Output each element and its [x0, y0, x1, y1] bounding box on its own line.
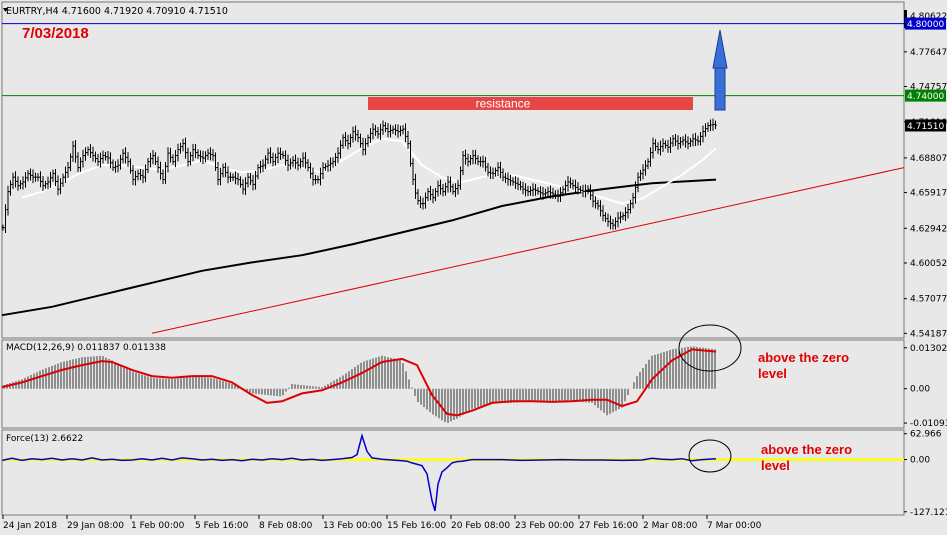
price-panel	[1, 1, 905, 339]
macd-y-tick-label: 0.00	[910, 385, 930, 395]
chart-header: EURTRY,H4 4.71600 4.71920 4.70910 4.7151…	[6, 6, 228, 17]
macd-y-tick-label: 0.013026	[910, 344, 947, 354]
chart-canvas: resistance EURTRY,H4 4.71600 4.71920 4.7…	[1, 1, 947, 531]
price-tag-label: 4.71510	[907, 122, 944, 132]
date-annotation: 7/03/2018	[22, 25, 89, 42]
price-y-tick-label: 4.77647	[910, 48, 947, 58]
force-y-tick-label: 62.966	[910, 430, 942, 440]
force-y-tick-label: -127.1219	[910, 508, 947, 518]
force-annotation-line-1: above the zero	[761, 442, 852, 457]
x-tick-label: 15 Feb 16:00	[387, 521, 446, 531]
x-tick-label: 24 Jan 2018	[3, 521, 57, 531]
force-annotation-line-2: level	[761, 458, 790, 473]
x-tick-label: 2 Mar 08:00	[643, 521, 698, 531]
force-title: Force(13) 2.6622	[6, 434, 83, 444]
price-y-tick-label: 4.54187	[910, 329, 947, 339]
price-tag-label: 4.80000	[907, 20, 944, 30]
price-tag-label: 4.74000	[907, 92, 944, 102]
price-y-tick-label: 4.65917	[910, 189, 947, 199]
x-tick-label: 5 Feb 16:00	[195, 521, 249, 531]
x-tick-label: 8 Feb 08:00	[259, 521, 313, 531]
resistance-box	[368, 97, 693, 110]
x-tick-label: 20 Feb 08:00	[451, 521, 510, 531]
price-y-tick-label: 4.62942	[910, 224, 947, 234]
x-tick-label: 27 Feb 16:00	[579, 521, 638, 531]
x-tick-label: 7 Mar 00:00	[707, 521, 762, 531]
price-y-tick-label: 4.60052	[910, 259, 947, 269]
x-tick-label: 13 Feb 00:00	[323, 521, 382, 531]
y-axes: 4.806224.776474.747574.718104.688074.659…	[904, 12, 947, 518]
x-tick-label: 1 Feb 00:00	[131, 521, 185, 531]
price-y-tick-label: 4.68807	[910, 154, 947, 164]
macd-annotation-line-1: above the zero	[758, 350, 849, 365]
macd-title: MACD(12,26,9) 0.011837 0.011338	[6, 343, 166, 353]
x-tick-label: 29 Jan 08:00	[67, 521, 124, 531]
x-axis: 24 Jan 2018 29 Jan 08:00 1 Feb 00:00 5 Feb …	[2, 515, 762, 531]
macd-annotation-line-2: level	[758, 366, 787, 381]
resistance-label: resistance	[476, 97, 531, 111]
force-y-tick-label: 0.00	[910, 456, 930, 466]
price-y-tick-label: 4.57077	[910, 295, 947, 305]
x-tick-label: 23 Feb 00:00	[515, 521, 574, 531]
macd-y-tick-label: -0.01093	[910, 419, 947, 429]
